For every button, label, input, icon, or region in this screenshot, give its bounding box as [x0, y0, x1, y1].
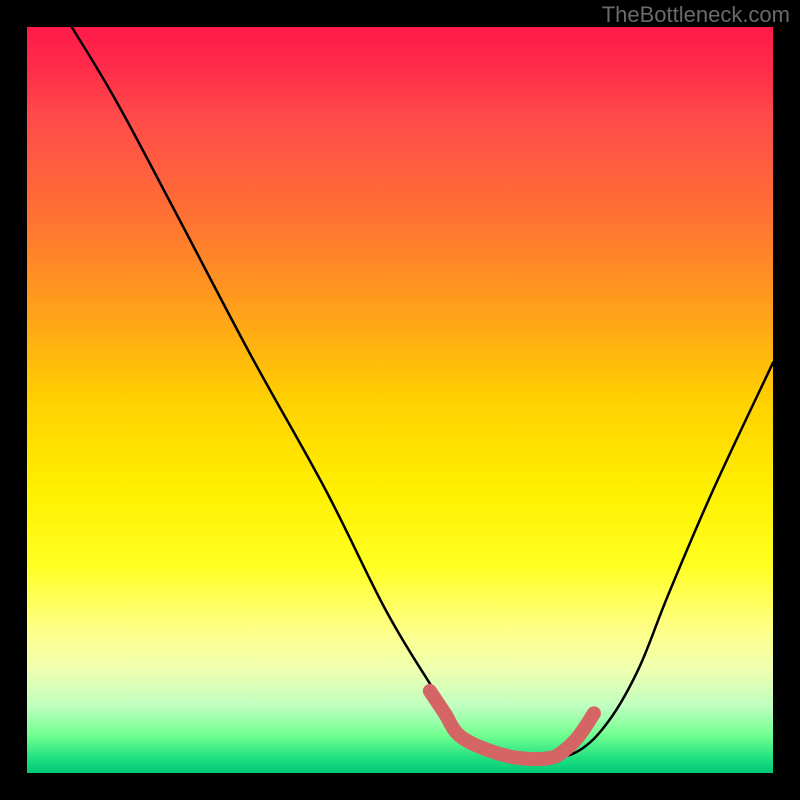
chart-svg: [27, 27, 773, 773]
bottleneck-curve-path: [72, 27, 773, 759]
plot-area: [27, 27, 773, 773]
optimal-zone-path: [430, 691, 594, 759]
watermark-text: TheBottleneck.com: [602, 2, 790, 28]
